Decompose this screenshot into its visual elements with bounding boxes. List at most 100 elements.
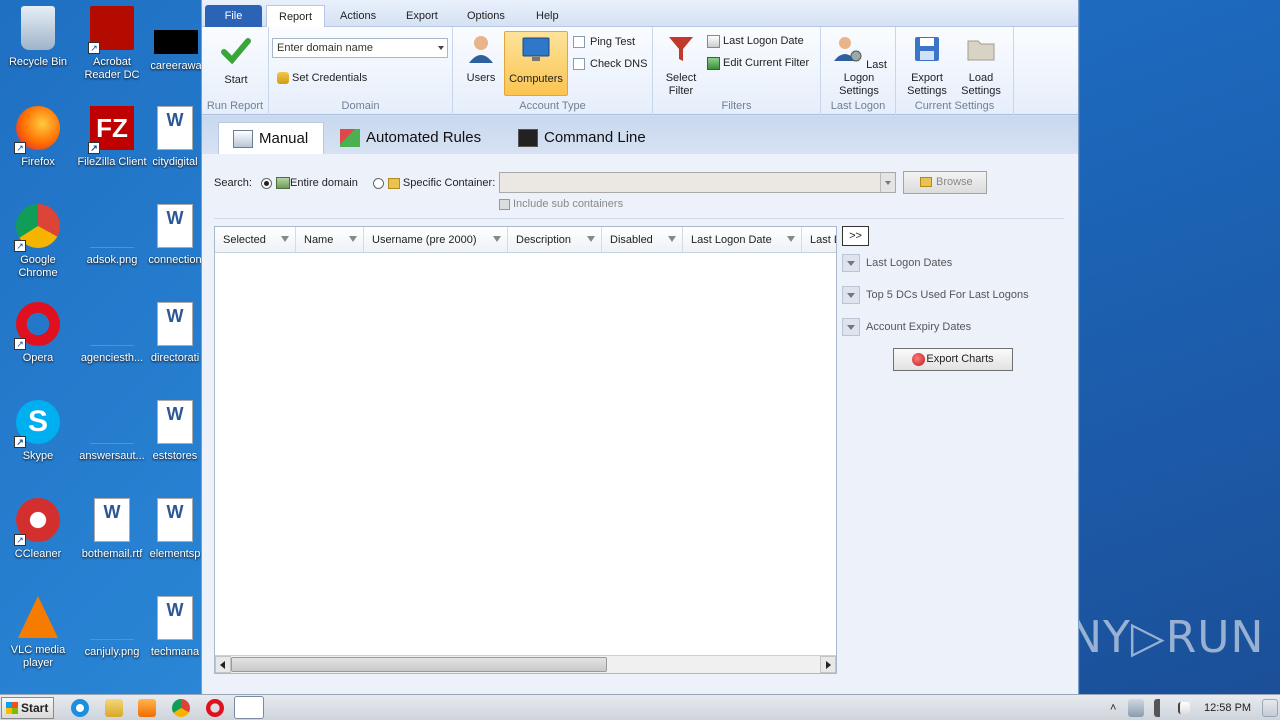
chart-last-logon-dates[interactable]: Last Logon Dates xyxy=(842,253,952,273)
word-doc-icon: W xyxy=(157,596,193,640)
volume-icon[interactable] xyxy=(1154,699,1168,717)
start-label: Start xyxy=(21,701,49,715)
column-username[interactable]: Username (pre 2000) xyxy=(364,227,508,252)
column-name[interactable]: Name xyxy=(296,227,364,252)
start-menu-button[interactable]: Start xyxy=(1,697,54,719)
desktop-icon-file[interactable]: careerawa xyxy=(146,6,206,73)
chrome-icon[interactable] xyxy=(172,699,190,717)
desktop-icon-recycle-bin[interactable]: Recycle Bin xyxy=(0,6,76,69)
expand-button[interactable]: >> xyxy=(842,226,869,246)
group-label: Last Logon xyxy=(830,100,886,112)
menu-actions[interactable]: Actions xyxy=(328,5,388,27)
desktop-icon-file[interactable]: adsok.png xyxy=(74,204,150,267)
desktop-icon-file[interactable]: W directorati xyxy=(146,302,204,365)
desktop-icon-firefox[interactable]: ↗ Firefox xyxy=(0,106,76,169)
chart-top5-dcs[interactable]: Top 5 DCs Used For Last Logons xyxy=(842,285,1029,305)
desktop-icon-label: Firefox xyxy=(21,156,55,168)
tab-manual[interactable]: Manual xyxy=(218,122,324,154)
filter-icon[interactable] xyxy=(281,236,289,242)
tab-command-line[interactable]: Command Line xyxy=(504,122,664,154)
column-disabled[interactable]: Disabled xyxy=(602,227,683,252)
specific-container-radio[interactable]: Specific Container: xyxy=(372,177,495,189)
set-credentials-button[interactable]: Set Credentials xyxy=(277,69,367,87)
desktop-icon-opera[interactable]: ↗ Opera xyxy=(0,302,76,365)
desktop-icon-file[interactable]: agenciesth... xyxy=(74,302,150,365)
last-logon-date-button[interactable]: Last Logon Date xyxy=(707,32,804,50)
horizontal-scrollbar[interactable] xyxy=(215,655,836,673)
desktop-icon-vlc[interactable]: VLC media player xyxy=(0,596,76,670)
desktop-icon-ccleaner[interactable]: ↗ CCleaner xyxy=(0,498,76,561)
export-charts-button[interactable]: Export Charts xyxy=(893,348,1013,371)
show-hidden-icons[interactable]: ˄ xyxy=(1110,699,1120,717)
desktop-icon-file[interactable]: W citydigital xyxy=(146,106,204,169)
menu-export[interactable]: Export xyxy=(394,5,450,27)
filter-icon[interactable] xyxy=(587,236,595,242)
expand-chevron-icon[interactable] xyxy=(842,318,860,336)
show-desktop-button[interactable] xyxy=(1262,699,1278,717)
desktop-icon-label: Google Chrome xyxy=(18,254,58,279)
include-sub-containers-checkbox[interactable]: Include sub containers xyxy=(499,198,623,210)
taskbar: Start ˄ 12:58 PM xyxy=(0,694,1280,720)
tab-label: Automated Rules xyxy=(366,129,482,146)
desktop-icon-acrobat[interactable]: ↗ Acrobat Reader DC xyxy=(74,6,150,82)
filter-icon[interactable] xyxy=(787,236,795,242)
scroll-thumb[interactable] xyxy=(231,657,607,672)
ccleaner-icon: ↗ xyxy=(14,498,60,546)
menu-report[interactable]: Report xyxy=(266,5,326,27)
menu-options[interactable]: Options xyxy=(455,5,517,27)
chart-account-expiry[interactable]: Account Expiry Dates xyxy=(842,317,971,337)
column-last-logon-date[interactable]: Last Logon Date xyxy=(683,227,802,252)
chevron-down-icon[interactable] xyxy=(880,173,895,192)
select-filter-button[interactable]: Select Filter xyxy=(659,33,703,98)
desktop-icon-label: Opera xyxy=(22,352,54,364)
check-dns-checkbox[interactable]: Check DNS xyxy=(573,55,647,73)
ping-test-checkbox[interactable]: Ping Test xyxy=(573,33,635,51)
action-center-flag-icon[interactable] xyxy=(1178,702,1190,714)
desktop-icon-file[interactable]: W elementsp xyxy=(146,498,204,561)
word-doc-icon: W xyxy=(157,400,193,444)
column-last-logon-truncated[interactable]: Last L xyxy=(802,227,836,252)
app-task-icon[interactable] xyxy=(234,696,264,719)
media-player-icon[interactable] xyxy=(138,699,156,717)
expand-chevron-icon[interactable] xyxy=(842,254,860,272)
scroll-left-arrow-icon[interactable] xyxy=(215,656,231,673)
results-grid[interactable]: Selected Name Username (pre 2000) Descri… xyxy=(214,226,837,674)
clock[interactable]: 12:58 PM xyxy=(1204,695,1251,720)
container-combo[interactable] xyxy=(499,172,896,193)
computers-button[interactable]: Computers xyxy=(504,31,568,96)
users-button[interactable]: Users xyxy=(461,33,501,85)
entire-domain-radio[interactable]: Entire domain xyxy=(260,177,361,190)
column-description[interactable]: Description xyxy=(508,227,602,252)
browse-button[interactable]: Browse xyxy=(903,171,987,194)
load-settings-button[interactable]: Load Settings xyxy=(956,33,1006,98)
desktop-icon-file[interactable]: answersaut... xyxy=(74,400,150,463)
desktop-icon-file[interactable]: W connection xyxy=(146,204,204,267)
expand-chevron-icon[interactable] xyxy=(842,286,860,304)
opera-icon[interactable] xyxy=(206,699,224,717)
scroll-right-arrow-icon[interactable] xyxy=(820,656,836,673)
menu-help[interactable]: Help xyxy=(524,5,571,27)
desktop-icon-file[interactable]: W eststores xyxy=(146,400,204,463)
desktop-icon-file[interactable]: W bothemail.rtf xyxy=(74,498,150,561)
skype-icon: S ↗ xyxy=(14,400,60,448)
last-logon-settings-button[interactable]: Last Logon Settings xyxy=(827,33,891,98)
start-button[interactable]: Start xyxy=(216,35,256,87)
domain-input[interactable]: Enter domain name xyxy=(272,38,448,58)
network-icon[interactable] xyxy=(1128,699,1144,717)
export-settings-button[interactable]: Export Settings xyxy=(902,33,952,98)
edit-current-filter-button[interactable]: Edit Current Filter xyxy=(707,54,809,72)
desktop-icon-chrome[interactable]: ↗ Google Chrome xyxy=(0,204,76,280)
desktop-icon-file[interactable]: W techmana xyxy=(146,596,204,659)
desktop-icon-file[interactable]: canjuly.png xyxy=(74,596,150,659)
filter-icon[interactable] xyxy=(493,236,501,242)
filter-icon[interactable] xyxy=(349,236,357,242)
filter-icon[interactable] xyxy=(668,236,676,242)
desktop-icon-skype[interactable]: S ↗ Skype xyxy=(0,400,76,463)
desktop-icon-filezilla[interactable]: FZ ↗ FileZilla Client xyxy=(74,106,150,169)
column-selected[interactable]: Selected xyxy=(215,227,296,252)
ie-icon[interactable] xyxy=(71,699,89,717)
tab-automated-rules[interactable]: Automated Rules xyxy=(326,122,494,154)
explorer-icon[interactable] xyxy=(105,699,123,717)
desktop-icon-label: VLC media player xyxy=(10,644,66,669)
menu-file[interactable]: File xyxy=(205,5,262,27)
